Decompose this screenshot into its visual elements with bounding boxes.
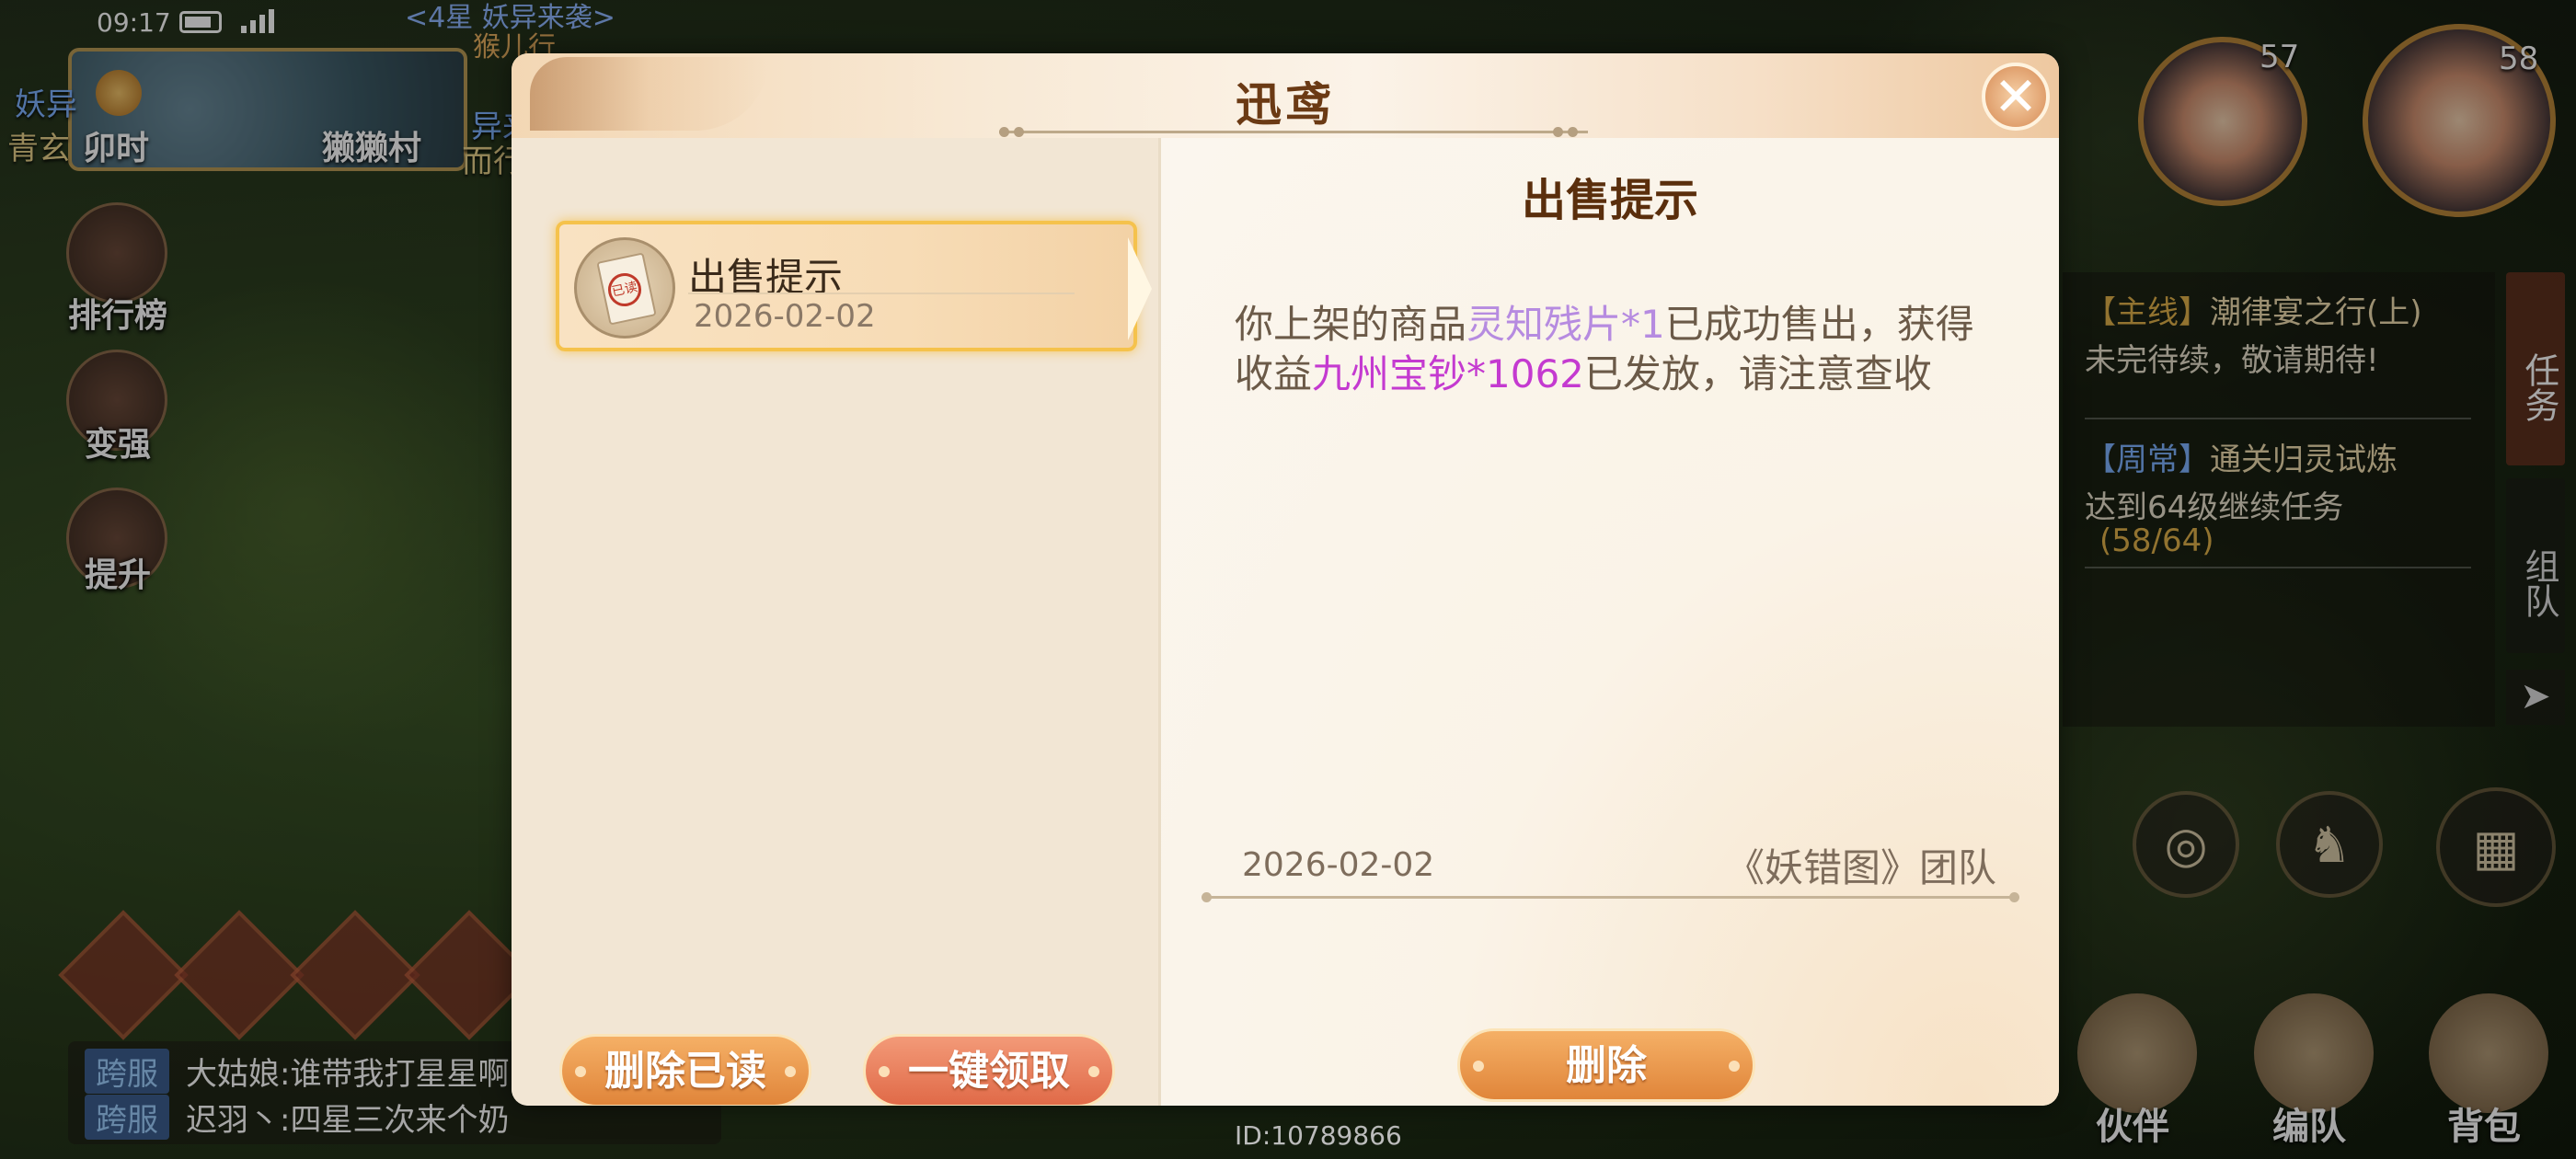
mail-list-item[interactable]: 已读 出售提示 2026-02-02 <box>556 221 1152 351</box>
mail-detail-pane: 出售提示 你上架的商品灵知残片*1已成功售出，获得收益九州宝钞*1062已发放，… <box>1161 138 2059 1106</box>
dialog-header: 迅鸢 ✕ <box>512 53 2059 138</box>
mail-item-date: 2026-02-02 <box>694 298 876 335</box>
sold-item: 灵知残片*1 <box>1466 302 1665 347</box>
mail-detail-title: 出售提示 <box>1521 175 1698 226</box>
mail-signature: 《妖错图》团队 <box>1725 845 1996 890</box>
mail-detail-body: 你上架的商品灵知残片*1已成功售出，获得收益九州宝钞*1062已发放，请注意查收 <box>1235 302 1974 396</box>
player-id: ID:10789866 <box>1235 1120 1402 1151</box>
delete-read-button[interactable]: 删除已读 <box>559 1034 811 1106</box>
reward-item: 九州宝钞*1062 <box>1312 351 1584 396</box>
scroll-letter-icon: 已读 <box>574 237 675 339</box>
mail-list-pane: 已读 出售提示 2026-02-02 删除已读 一键领取 <box>512 138 1161 1106</box>
claim-all-button[interactable]: 一键领取 <box>863 1034 1115 1106</box>
mail-dialog: 迅鸢 ✕ 已读 出售提示 2026-02-02 删除已读 一键领取 出售提示 你… <box>512 53 2059 1106</box>
dialog-title: 迅鸢 <box>1236 78 1335 132</box>
close-button[interactable]: ✕ <box>1982 63 2050 131</box>
mail-detail-date: 2026-02-02 <box>1242 846 1435 884</box>
selected-arrow-icon <box>1128 237 1152 340</box>
delete-button[interactable]: 删除 <box>1457 1028 1755 1102</box>
